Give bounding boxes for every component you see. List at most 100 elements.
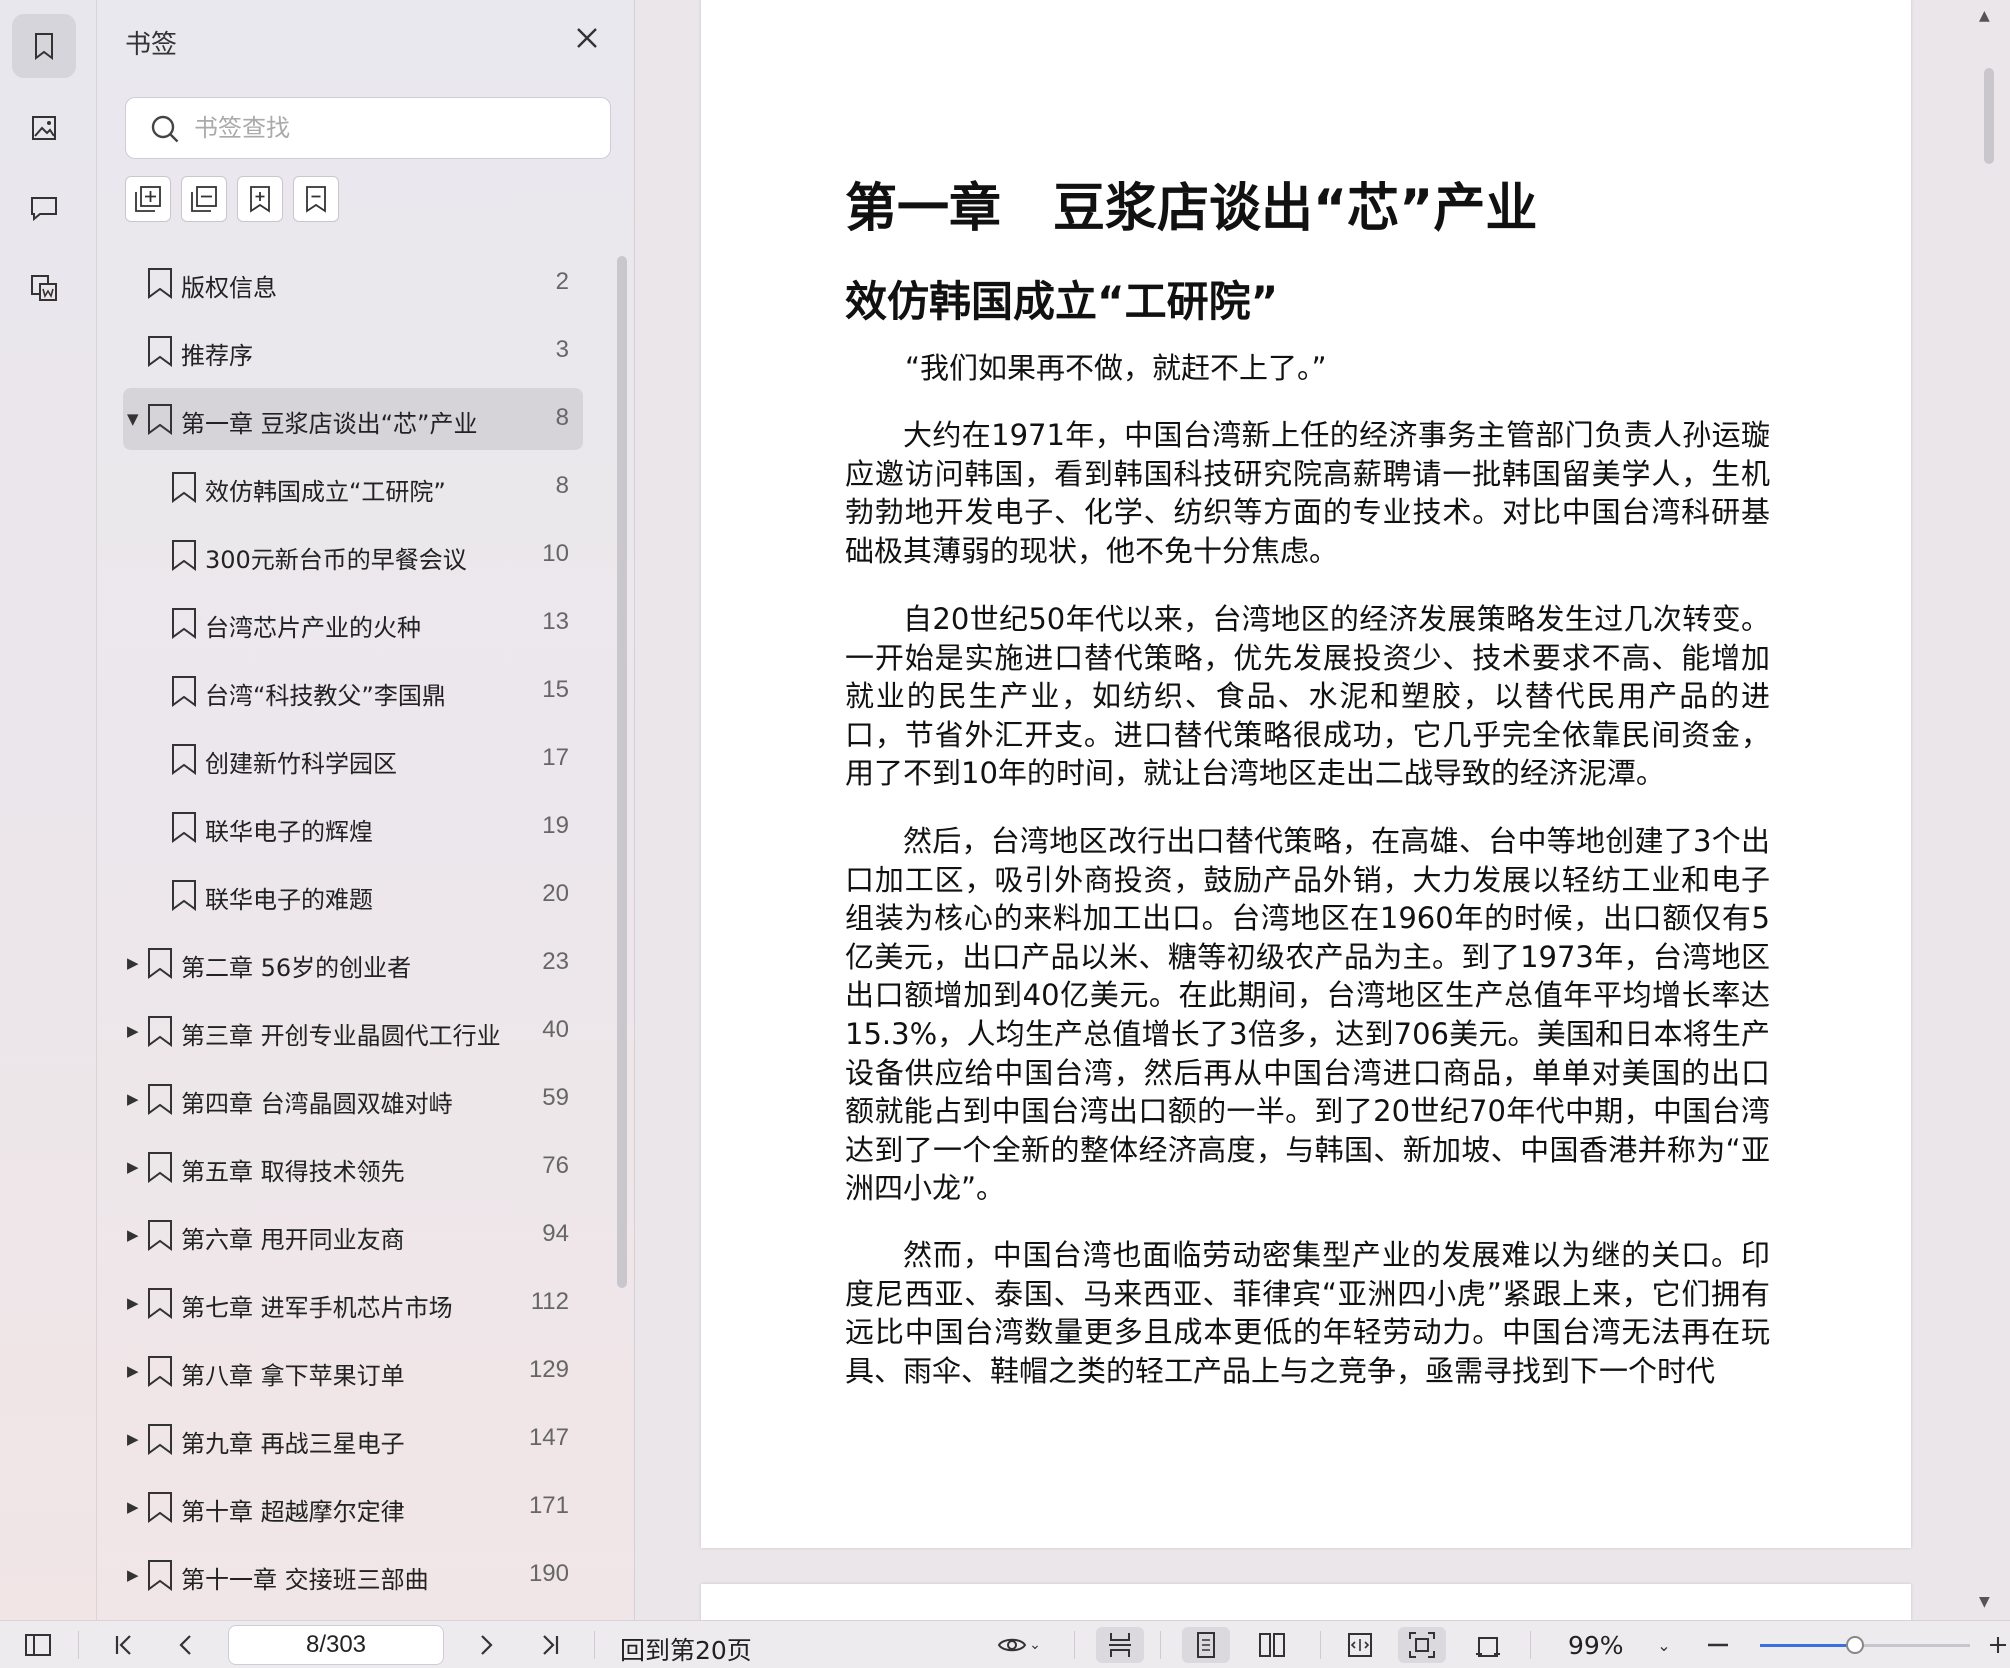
zoom-slider-handle[interactable]: [1845, 1636, 1864, 1654]
divider: [594, 1631, 595, 1659]
bookmark-label: 第七章 进军手机芯片市场: [181, 1294, 453, 1322]
bookmark-item[interactable]: ▼ 第一章 豆浆店谈出“芯”产业 8: [123, 388, 583, 450]
bookmark-page-number: 15: [542, 676, 569, 703]
page-number-input[interactable]: [228, 1625, 444, 1665]
bookmark-label: 效仿韩国成立“工研院”: [205, 478, 446, 506]
bookmark-label: 300元新台币的早餐会议: [205, 546, 467, 574]
fit-page-button[interactable]: [1398, 1627, 1446, 1663]
fit-page-icon: [1409, 1632, 1435, 1658]
caret-right-icon[interactable]: ▶: [127, 1294, 139, 1312]
caret-right-icon[interactable]: ▶: [127, 1158, 139, 1176]
bookmark-label: 版权信息: [181, 274, 277, 302]
bookmark-panel-button[interactable]: [12, 14, 76, 78]
bookmark-item[interactable]: 300元新台币的早餐会议 10: [123, 524, 583, 586]
zoom-slider-fill: [1760, 1644, 1855, 1647]
continuous-scroll-button[interactable]: [1096, 1627, 1144, 1663]
previous-page-button[interactable]: [166, 1627, 206, 1663]
bookmark-icon: [172, 744, 196, 775]
bookmark-item[interactable]: ▶ 第八章 拿下苹果订单 129: [123, 1340, 583, 1402]
zoom-in-button[interactable]: [1986, 1627, 2010, 1663]
bookmark-item[interactable]: ▶ 第三章 开创专业晶圆代工行业 40: [123, 1000, 583, 1062]
next-page-button[interactable]: [466, 1627, 506, 1663]
bookmark-page-number: 76: [542, 1152, 569, 1179]
caret-right-icon[interactable]: ▶: [127, 954, 139, 972]
caret-right-icon[interactable]: ▶: [127, 1566, 139, 1584]
panel-scrollbar[interactable]: [617, 256, 627, 1288]
bookmark-item[interactable]: ▶ 第七章 进军手机芯片市场 112: [123, 1272, 583, 1334]
zoom-slider[interactable]: [1760, 1636, 1970, 1654]
bookmark-item[interactable]: ▶ 第六章 甩开同业友商 94: [123, 1204, 583, 1266]
remove-bookmark-icon: [306, 186, 326, 213]
bookmark-item[interactable]: ▶ 第九章 再战三星电子 147: [123, 1408, 583, 1470]
bookmark-icon: [148, 1356, 172, 1387]
bookmark-item[interactable]: ▶ 第十章 超越摩尔定律 171: [123, 1476, 583, 1538]
caret-right-icon[interactable]: ▶: [127, 1498, 139, 1516]
bookmark-icon: [148, 1084, 172, 1115]
chevron-left-icon: [179, 1635, 191, 1655]
bookmark-item[interactable]: 推荐序 3: [123, 320, 583, 382]
bookmark-item[interactable]: ▶ 第十一章 交接班三部曲 190: [123, 1544, 583, 1606]
bookmark-item[interactable]: 联华电子的难题 20: [123, 864, 583, 926]
single-page-button[interactable]: [1182, 1627, 1230, 1663]
caret-down-icon[interactable]: ▼: [127, 410, 139, 428]
caret-right-icon[interactable]: ▶: [127, 1362, 139, 1380]
caret-right-icon[interactable]: ▶: [127, 1090, 139, 1108]
chevron-down-icon: ⌄: [1029, 1637, 1041, 1653]
bookmark-page-number: 17: [542, 744, 569, 771]
image-icon: [32, 116, 56, 140]
bookmark-item[interactable]: ▶ 第四章 台湾晶圆双雄对峙 59: [123, 1068, 583, 1130]
bookmark-label: 第五章 取得技术领先: [181, 1158, 405, 1186]
scroll-up-arrow-icon[interactable]: ▲: [1979, 8, 1990, 24]
remove-bookmark-button[interactable]: [293, 176, 339, 222]
last-page-button[interactable]: [530, 1627, 570, 1663]
bookmark-label: 联华电子的辉煌: [205, 818, 373, 846]
add-bookmark-button[interactable]: [237, 176, 283, 222]
zoom-out-button[interactable]: [1700, 1627, 1736, 1663]
expand-all-button[interactable]: [125, 176, 171, 222]
bookmark-page-number: 112: [530, 1288, 569, 1315]
bookmark-icon: [148, 1560, 172, 1591]
zoom-level[interactable]: 99%: [1568, 1631, 1624, 1660]
bookmark-item[interactable]: 台湾芯片产业的火种 13: [123, 592, 583, 654]
bookmark-item[interactable]: 台湾“科技教父”李国鼎 15: [123, 660, 583, 722]
bookmark-label: 第六章 甩开同业友商: [181, 1226, 405, 1254]
fit-width-button[interactable]: [1338, 1627, 1382, 1663]
bookmark-icon: [35, 33, 53, 60]
scroll-down-arrow-icon[interactable]: ▼: [1979, 1594, 1990, 1610]
caret-right-icon[interactable]: ▶: [127, 1430, 139, 1448]
bookmark-page-number: 59: [542, 1084, 569, 1111]
bookmark-panel: 书签 版权信息 2 推荐序 3 ▼ 第一章 豆浆店谈出“芯”产业 8 效仿韩国成立“工研院” 8…: [97, 0, 635, 1620]
zoom-dropdown[interactable]: ⌄: [1652, 1627, 1676, 1663]
comment-panel-button[interactable]: [12, 176, 76, 240]
bookmark-item[interactable]: 效仿韩国成立“工研院” 8: [123, 456, 583, 518]
bookmark-icon: [148, 1424, 172, 1455]
toggle-sidebar-button[interactable]: [18, 1627, 58, 1663]
bookmark-search-input[interactable]: [194, 108, 594, 148]
bookmark-item[interactable]: ▶ 第五章 取得技术领先 76: [123, 1136, 583, 1198]
attachment-panel-button[interactable]: [12, 256, 76, 320]
chevron-right-icon: [481, 1635, 493, 1655]
add-bookmark-icon: [250, 186, 270, 213]
thumbnail-panel-button[interactable]: [12, 96, 76, 160]
document-viewer: 第一章 豆浆店谈出“芯”产业 效仿韩国成立“工研院” “我们如果再不做，就赶不上…: [635, 0, 2010, 1644]
first-page-button[interactable]: [104, 1627, 144, 1663]
back-to-page-link[interactable]: 回到第20页: [620, 1631, 752, 1667]
two-page-button[interactable]: [1250, 1627, 1294, 1663]
document-scrollbar-thumb[interactable]: [1984, 68, 1994, 164]
rotate-icon: [1476, 1637, 1500, 1657]
bookmark-item[interactable]: 联华电子的辉煌 19: [123, 796, 583, 858]
bookmark-item[interactable]: 版权信息 2: [123, 252, 583, 314]
divider: [1160, 1631, 1161, 1659]
collapse-all-button[interactable]: [181, 176, 227, 222]
bookmark-item[interactable]: 创建新竹科学园区 17: [123, 728, 583, 790]
bookmark-label: 第三章 开创专业晶圆代工行业: [181, 1022, 501, 1050]
caret-right-icon[interactable]: ▶: [127, 1022, 139, 1040]
bookmark-label: 第八章 拿下苹果订单: [181, 1362, 405, 1390]
bookmark-item[interactable]: ▶ 第二章 56岁的创业者 23: [123, 932, 583, 994]
rotate-button[interactable]: [1466, 1627, 1510, 1663]
bookmark-icon: [172, 472, 196, 503]
caret-right-icon[interactable]: ▶: [127, 1226, 139, 1244]
bookmark-label: 第一章 豆浆店谈出“芯”产业: [181, 410, 478, 438]
view-mode-dropdown[interactable]: ⌄: [988, 1627, 1050, 1663]
close-icon[interactable]: [571, 22, 603, 54]
